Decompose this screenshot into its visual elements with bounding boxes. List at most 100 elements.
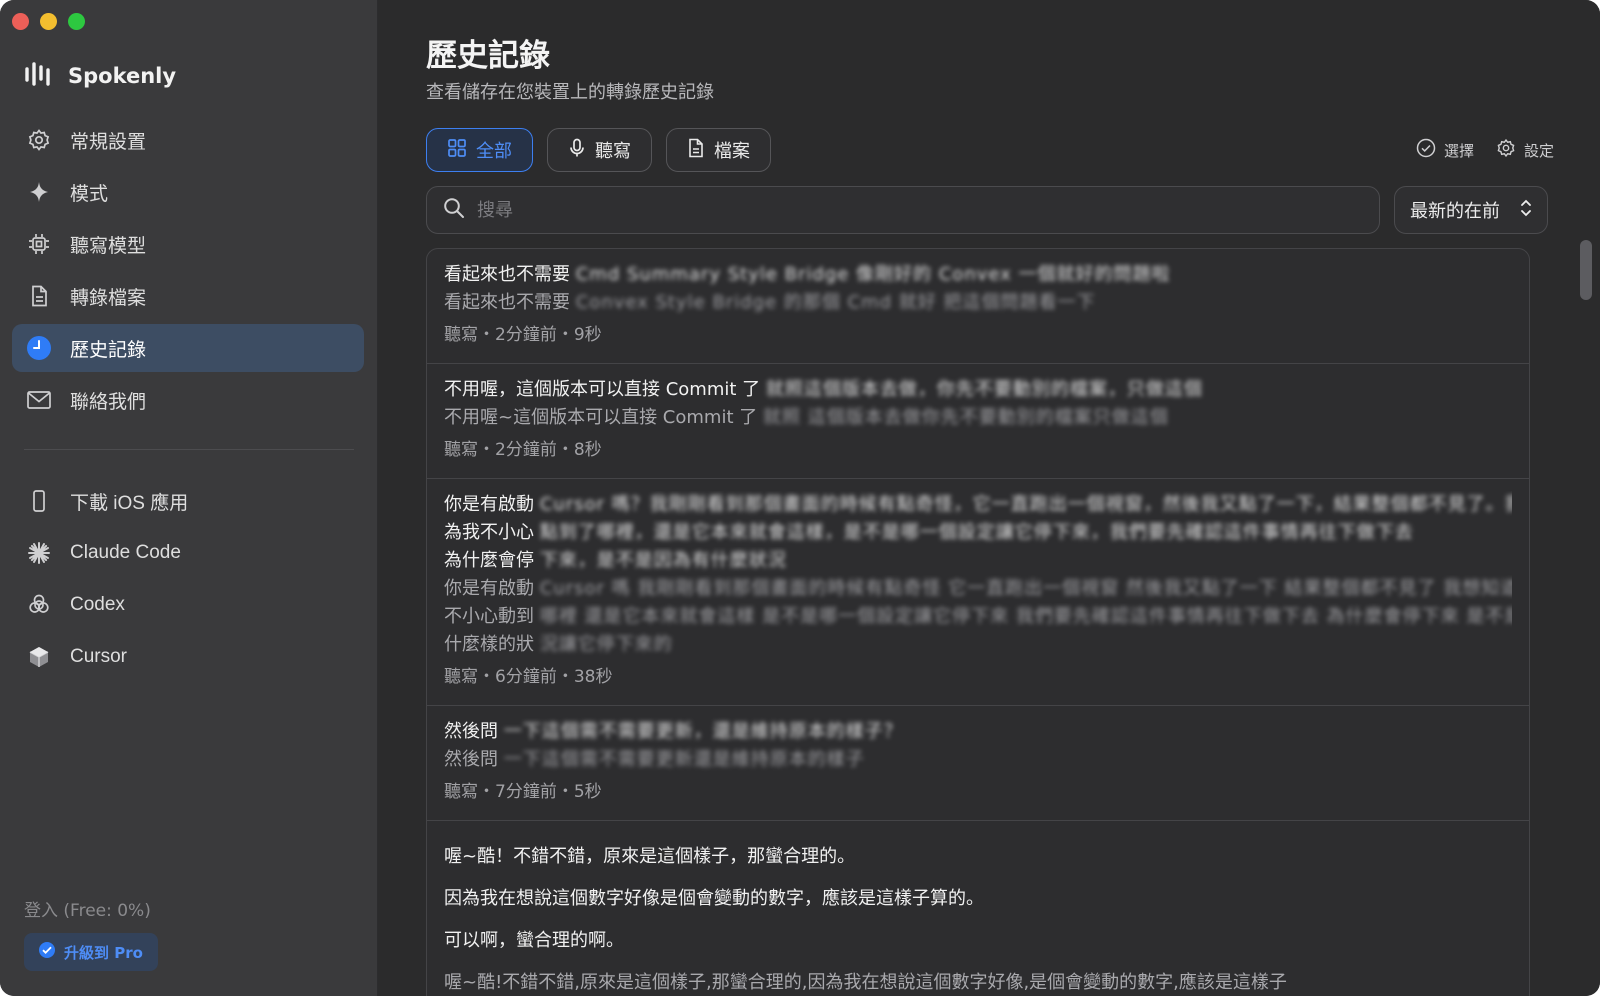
header-actions: 選擇 設定: [1416, 138, 1554, 162]
redacted-text: 就照 這個版本去做你先不要動別的檔案只做這個: [762, 407, 1169, 428]
sidebar-item-label: Claude Code: [70, 542, 181, 563]
entry-body-text: 你是有啟動: [444, 578, 534, 599]
history-list: 看起來也不需要 Cmd Summary Style Bridge 像剛好的 Co…: [426, 248, 1530, 996]
search-bar: [426, 186, 1380, 234]
close-window-button[interactable]: [12, 13, 29, 30]
entry-body-line: 你是有啟動 Cursor 嗎 我剛剛看到那個畫面的時候有點奇怪 它一直跑出一個視…: [444, 575, 1512, 603]
chevron-up-down-icon: [1519, 198, 1533, 223]
filter-files-label: 檔案: [714, 141, 750, 162]
entry-title: 然後問 一下這個需不需要更新，還是維持原本的樣子？: [444, 718, 1512, 746]
entry-body-text: 不小心動到: [444, 606, 534, 627]
phone-icon: [26, 488, 52, 514]
history-entry[interactable]: 然後問 一下這個需不需要更新，還是維持原本的樣子？ 然後問 一下這個需不需要更新…: [427, 706, 1529, 821]
sparkle-icon: [26, 179, 52, 205]
filter-all-label: 全部: [476, 141, 512, 162]
sidebar-item-transcribe-files[interactable]: 轉錄檔案: [12, 272, 364, 320]
sidebar-item-label: Codex: [70, 594, 125, 615]
entry-body: 看起來也不需要 Convex Style Bridge 的那個 Cmd 就好 把…: [444, 289, 1512, 317]
entry-title-text: 為什麼會停: [444, 550, 534, 571]
sidebar-item-label: 常規設置: [70, 130, 147, 153]
entry-title-text: 然後問: [444, 721, 498, 742]
scrollbar[interactable]: [1580, 240, 1592, 992]
document-icon: [26, 283, 52, 309]
sidebar-item-download-ios[interactable]: 下載 iOS 應用: [12, 477, 364, 525]
sort-selected-label: 最新的在前: [1410, 201, 1500, 222]
app-window: Spokenly 常規設置 模式 聽寫模型 轉錄檔案 歷史記錄 聯絡我們 下載 …: [0, 0, 1600, 996]
redacted-text: 下來，是不是因為有什麼狀況: [539, 550, 787, 571]
select-label: 選擇: [1443, 141, 1474, 160]
redacted-text: 況讓它停下來的: [539, 634, 673, 655]
app-brand: Spokenly: [24, 60, 176, 92]
entry-body-text: 不用喔~這個版本可以直接 Commit 了: [444, 407, 758, 428]
sidebar-item-general-settings[interactable]: 常規設置: [12, 116, 364, 164]
chip-icon: [26, 231, 52, 257]
waveform-logo-icon: [24, 60, 54, 92]
entry-title-text: 不用喔，這個版本可以直接 Commit 了: [444, 379, 761, 400]
sidebar-item-dictation-models[interactable]: 聽寫模型: [12, 220, 364, 268]
search-icon: [443, 197, 465, 223]
sidebar-item-cursor[interactable]: Cursor: [12, 633, 364, 681]
zoom-window-button[interactable]: [68, 13, 85, 30]
page-title: 歷史記錄: [426, 38, 550, 74]
sort-dropdown[interactable]: 最新的在前: [1394, 186, 1548, 234]
scrollbar-thumb[interactable]: [1580, 240, 1592, 300]
filter-dictation-tab[interactable]: 聽寫: [547, 128, 652, 172]
minimize-window-button[interactable]: [40, 13, 57, 30]
checkmark-circle-icon: [1416, 138, 1436, 162]
entry-title-line: 你是有啟動 Cursor 嗎？我剛剛看到那個畫面的時候有點奇怪，它一直跑出一個視…: [444, 491, 1512, 519]
filter-files-tab[interactable]: 檔案: [666, 128, 771, 172]
entry-body-text: 然後問: [444, 749, 498, 770]
entry-title: 不用喔，這個版本可以直接 Commit 了 就照這個版本去做，你先不要動別的檔案…: [444, 376, 1512, 404]
sidebar-item-label: 歷史記錄: [70, 338, 147, 361]
page-subtitle: 查看儲存在您裝置上的轉錄歷史記錄: [426, 82, 714, 103]
redacted-text: 就照這個版本去做，你先不要動別的檔案，只做這個: [765, 379, 1203, 400]
entry-paragraph: 因為我在想說這個數字好像是個會變動的數字，應該是這樣子算的。: [444, 888, 984, 909]
gear-icon: [26, 127, 52, 153]
entry-meta: 聽寫・7分鐘前・5秒: [444, 782, 602, 802]
history-entry-expanded[interactable]: 喔~酷！不錯不錯，原來是這個樣子，那蠻合理的。 因為我在想說這個數字好像是個會變…: [427, 821, 1529, 996]
sidebar: Spokenly 常規設置 模式 聽寫模型 轉錄檔案 歷史記錄 聯絡我們 下載 …: [0, 0, 378, 996]
grid-icon: [447, 138, 467, 163]
entry-title-line: 為我不小心 點到了哪裡，還是它本來就會這樣，是不是哪一個設定讓它停下來，我們要先…: [444, 519, 1512, 547]
history-entry[interactable]: 不用喔，這個版本可以直接 Commit 了 就照這個版本去做，你先不要動別的檔案…: [427, 364, 1529, 479]
redacted-text: 點到了哪裡，還是它本來就會這樣，是不是哪一個設定讓它停下來，我們要先確認這件事情…: [539, 522, 1414, 543]
app-name: Spokenly: [68, 64, 177, 88]
upgrade-pro-button[interactable]: 升級到 Pro: [24, 933, 158, 971]
cursor-icon: [26, 644, 52, 670]
verified-badge-icon: [38, 941, 56, 963]
redacted-text: Convex Style Bridge 的那個 Cmd 就好 把這個問題看一下: [575, 292, 1096, 313]
main-content: 歷史記錄 查看儲存在您裝置上的轉錄歷史記錄 全部 聽寫 檔案 選擇 設定 搜尋 …: [378, 0, 1600, 996]
settings-label: 設定: [1523, 141, 1554, 160]
redacted-text: Cursor 嗎？我剛剛看到那個畫面的時候有點奇怪，它一直跑出一個視窗，然後我又…: [539, 494, 1512, 515]
sidebar-nav: 常規設置 模式 聽寫模型 轉錄檔案 歷史記錄 聯絡我們: [12, 116, 364, 428]
entry-title-text: 看起來也不需要: [444, 264, 570, 285]
entry-meta: 聽寫・2分鐘前・9秒: [444, 325, 602, 345]
sidebar-item-codex[interactable]: Codex: [12, 581, 364, 629]
document-icon: [687, 138, 705, 163]
entry-meta: 聽寫・6分鐘前・38秒: [444, 667, 613, 687]
entry-body-line: 不小心動到 哪裡 還是它本來就會這樣 是不是哪一個設定讓它停下來 我們要先確認這…: [444, 603, 1512, 631]
claude-icon: [26, 540, 52, 566]
settings-button[interactable]: 設定: [1496, 138, 1554, 162]
upgrade-pro-label: 升級到 Pro: [64, 943, 143, 962]
entry-title-text: 為我不小心: [444, 522, 534, 543]
select-button[interactable]: 選擇: [1416, 138, 1474, 162]
login-link[interactable]: 登入 (Free: 0%): [24, 896, 151, 921]
entry-title: 看起來也不需要 Cmd Summary Style Bridge 像剛好的 Co…: [444, 261, 1512, 289]
sidebar-item-contact-us[interactable]: 聯絡我們: [12, 376, 364, 424]
sidebar-item-claude-code[interactable]: Claude Code: [12, 529, 364, 577]
entry-paragraph: 可以啊，蠻合理的啊。: [444, 930, 624, 951]
sidebar-item-label: Cursor: [70, 646, 128, 667]
sidebar-divider: [24, 449, 354, 450]
entry-body-text: 什麼樣的狀: [444, 634, 534, 655]
sidebar-item-history[interactable]: 歷史記錄: [12, 324, 364, 372]
filter-tabs: 全部 聽寫 檔案: [426, 128, 771, 172]
search-input[interactable]: [477, 199, 1337, 221]
history-entry[interactable]: 看起來也不需要 Cmd Summary Style Bridge 像剛好的 Co…: [427, 249, 1529, 364]
history-entry[interactable]: 你是有啟動 Cursor 嗎？我剛剛看到那個畫面的時候有點奇怪，它一直跑出一個視…: [427, 479, 1529, 706]
window-controls: [12, 13, 85, 30]
sidebar-item-modes[interactable]: 模式: [12, 168, 364, 216]
filter-all-tab[interactable]: 全部: [426, 128, 533, 172]
entry-body-text: 看起來也不需要: [444, 292, 570, 313]
sidebar-item-label: 下載 iOS 應用: [70, 492, 189, 514]
